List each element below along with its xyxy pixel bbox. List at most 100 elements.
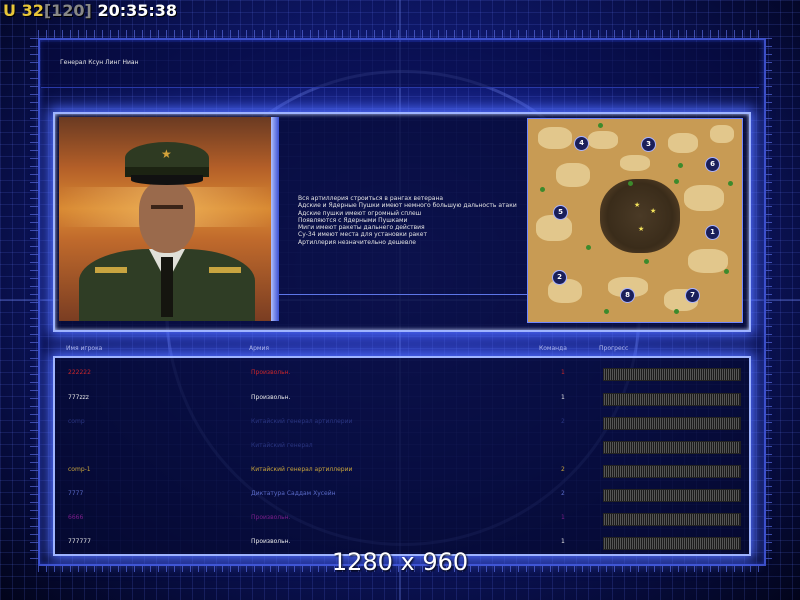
player-row[interactable]: Китайский генерал bbox=[55, 434, 749, 458]
column-header-progress: Прогресс bbox=[599, 345, 629, 352]
map-terrain bbox=[538, 127, 572, 149]
spawn-point-8[interactable]: 8 bbox=[620, 288, 635, 303]
map-star-icon: ★ bbox=[650, 207, 657, 215]
player-name: 777zzz bbox=[68, 394, 89, 401]
spawn-point-2[interactable]: 2 bbox=[552, 270, 567, 285]
player-progress-bar bbox=[603, 513, 741, 526]
map-tree bbox=[644, 259, 649, 264]
player-name: 777777 bbox=[68, 538, 91, 545]
map-terrain bbox=[668, 133, 698, 153]
player-progress-bar bbox=[603, 368, 741, 381]
player-team: 1 bbox=[561, 394, 565, 401]
description-line: Су-34 имеют места для установки ракет bbox=[298, 231, 427, 239]
spawn-point-7[interactable]: 7 bbox=[685, 288, 700, 303]
map-terrain bbox=[710, 125, 734, 143]
header-bar bbox=[41, 42, 759, 88]
general-description: Вся артиллерия строиться в рангах ветера… bbox=[298, 195, 517, 246]
map-tree bbox=[674, 309, 679, 314]
player-name: comp-1 bbox=[68, 466, 91, 473]
portrait-epaulette-left bbox=[95, 267, 127, 273]
player-row[interactable]: 6666 Произвольн. 1 bbox=[55, 506, 749, 530]
frame-ticks-left bbox=[30, 38, 38, 562]
frame-ticks-top bbox=[38, 30, 762, 38]
player-team: 1 bbox=[561, 369, 565, 376]
player-name: comp bbox=[68, 418, 85, 425]
player-list: 222222 Произвольн. 1 777zzz Произвольн. … bbox=[53, 356, 751, 556]
map-tree bbox=[540, 187, 545, 192]
panel-divider-line bbox=[279, 294, 527, 295]
portrait-separator bbox=[271, 117, 279, 321]
player-row[interactable]: comp Китайский генерал артиллерии 2 bbox=[55, 410, 749, 434]
map-star-icon: ★ bbox=[634, 201, 641, 209]
portrait-face bbox=[139, 181, 195, 253]
player-army: Диктатура Саддам Хусейн bbox=[251, 490, 336, 497]
player-row[interactable]: comp-1 Китайский генерал артиллерии 2 bbox=[55, 458, 749, 482]
player-team: 2 bbox=[561, 418, 565, 425]
player-team: 1 bbox=[561, 538, 565, 545]
map-star-icon: ★ bbox=[638, 225, 645, 233]
spawn-point-3[interactable]: 3 bbox=[641, 137, 656, 152]
hud-u-label: U bbox=[3, 1, 16, 20]
player-progress-bar bbox=[603, 489, 741, 502]
column-header-army: Армия bbox=[249, 345, 269, 352]
map-crater bbox=[600, 179, 680, 253]
hud-fps: 32 bbox=[21, 1, 44, 20]
portrait-tie bbox=[161, 257, 173, 317]
description-line: Адские пушки имеют огромный сплеш bbox=[298, 209, 422, 217]
spawn-point-5[interactable]: 5 bbox=[553, 205, 568, 220]
general-portrait: ★ bbox=[59, 117, 271, 321]
player-team: 1 bbox=[561, 514, 565, 521]
hud-clock: 20:35:38 bbox=[97, 1, 178, 20]
player-row[interactable]: 777zzz Произвольн. 1 bbox=[55, 386, 749, 410]
map-terrain bbox=[684, 185, 724, 211]
player-name: 222222 bbox=[68, 369, 91, 376]
player-name: 7777 bbox=[68, 490, 84, 497]
resolution-watermark: 1280 x 960 bbox=[331, 548, 469, 576]
portrait-eyes bbox=[151, 205, 183, 209]
player-name: 6666 bbox=[68, 514, 84, 521]
map-terrain bbox=[556, 163, 590, 187]
map-tree bbox=[724, 269, 729, 274]
player-army: Произвольн. bbox=[251, 514, 291, 521]
description-line: Появляются с Ядерными Пушками bbox=[298, 216, 408, 224]
player-army: Китайский генерал артиллерии bbox=[251, 418, 353, 425]
player-army: Китайский генерал артиллерии bbox=[251, 466, 353, 473]
map-tree bbox=[674, 179, 679, 184]
spawn-point-6[interactable]: 6 bbox=[705, 157, 720, 172]
map-terrain bbox=[536, 215, 572, 241]
description-line: Адские и Ядерные Пушки имеют немного бол… bbox=[298, 202, 517, 210]
player-army: Произвольн. bbox=[251, 394, 291, 401]
player-row[interactable]: 7777 Диктатура Саддам Хусейн 2 bbox=[55, 482, 749, 506]
player-progress-bar bbox=[603, 465, 741, 478]
spawn-point-4[interactable]: 4 bbox=[574, 136, 589, 151]
general-title: Генерал Ксун Линг Ниан bbox=[60, 59, 139, 66]
map-tree bbox=[728, 181, 733, 186]
column-header-name: Имя игрока bbox=[66, 345, 103, 352]
map-tree bbox=[598, 123, 603, 128]
map-terrain bbox=[688, 249, 728, 273]
player-team: 2 bbox=[561, 490, 565, 497]
map-tree bbox=[586, 245, 591, 250]
player-progress-bar bbox=[603, 441, 741, 454]
map-tree bbox=[604, 309, 609, 314]
map-tree bbox=[678, 163, 683, 168]
description-line: Вся артиллерия строиться в рангах ветера… bbox=[298, 195, 444, 202]
player-row[interactable]: 222222 Произвольн. 1 bbox=[55, 361, 749, 385]
map-terrain bbox=[620, 155, 650, 171]
map-preview[interactable]: ★ ★ ★ 1 2 3 4 5 6 7 8 bbox=[527, 118, 743, 323]
column-header-team: Команда bbox=[539, 345, 567, 352]
spawn-point-1[interactable]: 1 bbox=[705, 225, 720, 240]
player-army: Произвольн. bbox=[251, 369, 291, 376]
portrait-cap-visor bbox=[131, 175, 203, 185]
player-progress-bar bbox=[603, 393, 741, 406]
description-line: Артиллерия незначительно дешевле bbox=[298, 238, 416, 246]
player-progress-bar bbox=[603, 417, 741, 430]
portrait-epaulette-right bbox=[209, 267, 241, 273]
hud-fps-max: [120] bbox=[43, 1, 92, 20]
cap-star-icon: ★ bbox=[161, 147, 172, 161]
player-army: Произвольн. bbox=[251, 538, 291, 545]
player-army: Китайский генерал bbox=[251, 442, 313, 449]
map-tree bbox=[628, 181, 633, 186]
description-line: Миги имеют ракеты дальнего действия bbox=[298, 224, 425, 232]
hud-overlay: U 32[120] 20:35:38 bbox=[3, 1, 177, 20]
